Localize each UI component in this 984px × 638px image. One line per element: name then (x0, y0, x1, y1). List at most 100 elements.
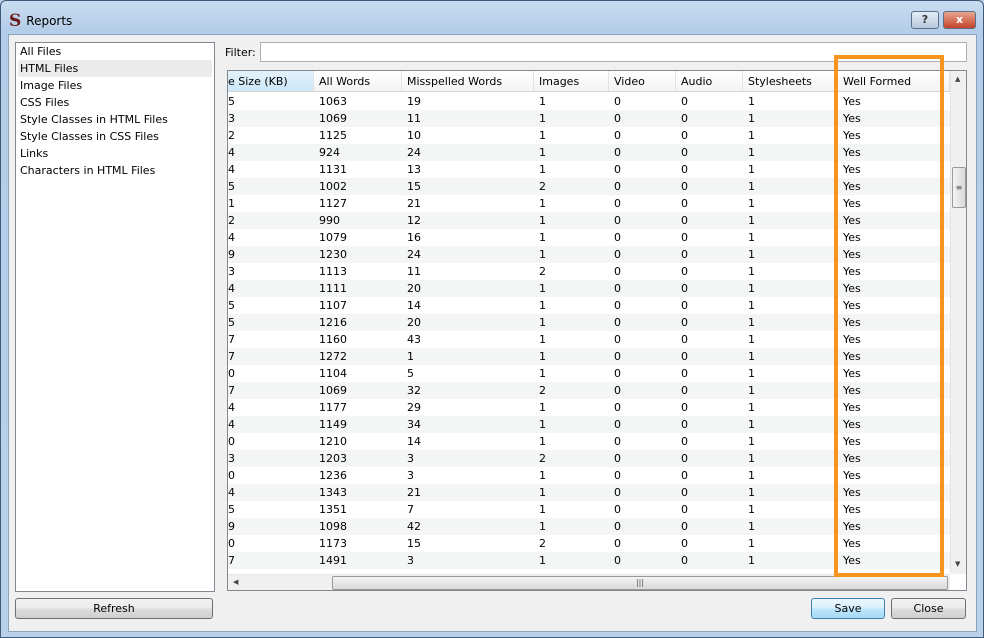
list-item[interactable]: Style Classes in HTML Files (16, 111, 214, 128)
save-button[interactable]: Save (811, 598, 885, 619)
table-cell: 1 (748, 129, 755, 142)
list-item[interactable]: HTML Files (18, 60, 212, 77)
table-cell: 5 (228, 503, 235, 516)
table-cell: 1 (539, 350, 546, 363)
column-header[interactable]: Misspelled Words (402, 71, 534, 91)
table-cell: 1 (539, 367, 546, 380)
table-cell: 1 (748, 350, 755, 363)
scroll-up-icon[interactable]: ▲ (955, 75, 960, 83)
column-header[interactable]: Audio (676, 71, 743, 91)
table-cell: 1 (539, 214, 546, 227)
table-cell: 1 (539, 231, 546, 244)
column-header[interactable]: Stylesheets (743, 71, 838, 91)
table-cell: 15 (407, 537, 421, 550)
table-cell: 7 (228, 350, 235, 363)
table-cell: 9 (228, 248, 235, 261)
table-cell: 13 (407, 163, 421, 176)
table-cell: 15 (407, 180, 421, 193)
table-cell: 0 (681, 197, 688, 210)
column-header[interactable]: All Words (314, 71, 402, 91)
list-item[interactable]: All Files (16, 43, 214, 60)
table-cell: 0 (614, 503, 621, 516)
table-cell: 0 (614, 316, 621, 329)
table-cell: 1216 (319, 316, 347, 329)
table-cell: 1210 (319, 435, 347, 448)
table-cell: 0 (681, 163, 688, 176)
table-cell: 1 (748, 316, 755, 329)
vertical-scrollbar[interactable]: ▲ ≡ ▼ (950, 71, 966, 574)
scroll-left-icon[interactable]: ◀ (233, 578, 238, 586)
table-cell: 4 (228, 163, 235, 176)
table-cell: 1 (228, 197, 235, 210)
table-cell: 1 (748, 486, 755, 499)
table-cell: 0 (681, 520, 688, 533)
table-cell: 0 (681, 503, 688, 516)
table-cell: 0 (614, 418, 621, 431)
column-header[interactable]: e Size (KB) (228, 71, 314, 91)
table-cell: 1 (407, 350, 414, 363)
column-header[interactable]: Images (534, 71, 609, 91)
table-cell: 12 (407, 214, 421, 227)
table-cell: 16 (407, 231, 421, 244)
vertical-scroll-thumb[interactable]: ≡ (952, 167, 966, 208)
table-cell: 1 (748, 95, 755, 108)
table-cell: 0 (681, 214, 688, 227)
table-cell: 1 (539, 418, 546, 431)
list-item[interactable]: Characters in HTML Files (16, 162, 214, 179)
table-cell: 0 (681, 384, 688, 397)
title-bar: S Reports (9, 11, 72, 31)
list-item[interactable]: CSS Files (16, 94, 214, 111)
table-cell: 7 (228, 333, 235, 346)
refresh-button[interactable]: Refresh (15, 598, 213, 619)
table-cell: 1 (748, 435, 755, 448)
horizontal-scroll-thumb[interactable]: ||| (332, 576, 948, 590)
table-cell: 0 (614, 146, 621, 159)
table-cell: 2 (539, 265, 546, 278)
table-cell: 0 (614, 129, 621, 142)
report-type-list[interactable]: All Files HTML Files Image Files CSS Files S… (15, 42, 215, 592)
table-cell: 1 (539, 503, 546, 516)
column-header[interactable]: Video (609, 71, 676, 91)
table-cell: 1177 (319, 401, 347, 414)
table-cell: 9 (228, 520, 235, 533)
table-cell: 21 (407, 197, 421, 210)
table-cell: 1 (748, 503, 755, 516)
table-cell: 0 (681, 146, 688, 159)
table-cell: 1 (539, 197, 546, 210)
table-cell: 5 (407, 367, 414, 380)
table-cell: 29 (407, 401, 421, 414)
table-cell: 1 (539, 486, 546, 499)
table-cell: 7 (407, 503, 414, 516)
table-cell: 0 (614, 367, 621, 380)
table-cell: 1 (539, 520, 546, 533)
table-cell: 1 (539, 282, 546, 295)
table-cell: 21 (407, 486, 421, 499)
table-cell: 1 (539, 248, 546, 261)
help-button[interactable]: ? (911, 11, 939, 29)
table-cell: 1063 (319, 95, 347, 108)
table-cell: 1230 (319, 248, 347, 261)
table-cell: 1 (748, 282, 755, 295)
table-cell: 924 (319, 146, 340, 159)
table-cell: 1 (539, 95, 546, 108)
table-cell: 4 (228, 231, 235, 244)
table-cell: 11 (407, 265, 421, 278)
list-item[interactable]: Image Files (16, 77, 214, 94)
table-cell: 0 (614, 520, 621, 533)
table-cell: 0 (614, 350, 621, 363)
table-cell: 5 (228, 299, 235, 312)
table-cell: 14 (407, 299, 421, 312)
scroll-down-icon[interactable]: ▼ (955, 560, 960, 568)
table-cell: 0 (614, 435, 621, 448)
table-cell: 0 (681, 537, 688, 550)
close-button[interactable]: Close (891, 598, 966, 619)
table-cell: 1491 (319, 554, 347, 567)
close-window-button[interactable]: x (943, 11, 976, 29)
list-item[interactable]: Links (16, 145, 214, 162)
table-cell: 0 (614, 214, 621, 227)
table-cell: 0 (614, 197, 621, 210)
table-cell: 1160 (319, 333, 347, 346)
table-cell: 1107 (319, 299, 347, 312)
table-cell: 1 (748, 520, 755, 533)
list-item[interactable]: Style Classes in CSS Files (16, 128, 214, 145)
